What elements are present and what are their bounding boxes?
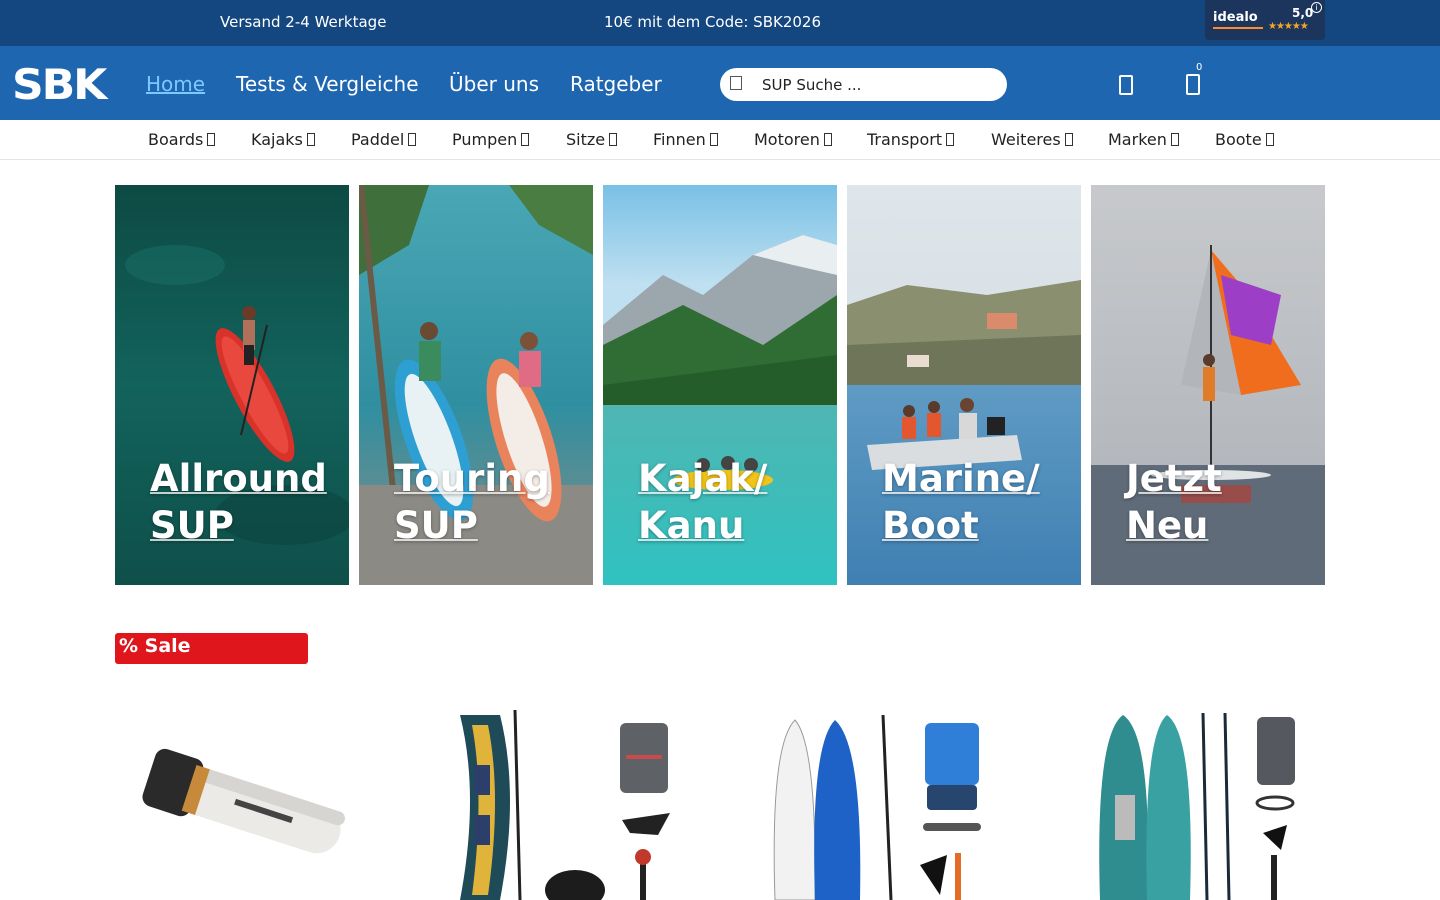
main-header: SBK Home Tests & Vergleiche Über uns Rat… [0,46,1440,120]
search-icon[interactable] [730,76,742,90]
category-label: Motoren [754,130,820,149]
chevron-down-icon [823,133,832,146]
search-input[interactable] [762,72,992,97]
tile-label: Marine/Boot [882,457,1040,547]
category-sitze[interactable]: Sitze [566,130,618,149]
product-image-sup-teal [1099,712,1295,900]
chevron-down-icon [946,133,955,146]
idealo-rating-badge[interactable]: idealo 5,0 ★★★★★ i [1205,0,1325,40]
category-label: Paddel [351,130,405,149]
product-card[interactable] [755,705,1015,900]
category-boards[interactable]: Boards [148,130,216,149]
cart-icon[interactable] [1186,74,1200,95]
category-menu: Boards Kajaks Paddel Pumpen Sitze Finnen… [0,120,1440,160]
category-label: Kajaks [251,130,303,149]
product-image-kayak-set [460,709,670,900]
category-label: Finnen [653,130,706,149]
category-label: Boards [148,130,204,149]
category-finnen[interactable]: Finnen [653,130,718,149]
category-boote[interactable]: Boote [1215,130,1274,149]
category-transport[interactable]: Transport [867,130,955,149]
tile-jetzt-neu[interactable]: Jetzt Neu [1091,185,1325,585]
tile-label: Touring SUP [394,457,550,547]
category-marken[interactable]: Marken [1108,130,1179,149]
category-label: Sitze [566,130,606,149]
product-image-scooter [142,748,345,854]
search-bar [720,68,1007,101]
shipping-info: Versand 2-4 Werktage [220,13,387,31]
tile-allround-sup[interactable]: Allround SUP [115,185,349,585]
nav-ueber-uns[interactable]: Über uns [449,72,539,96]
category-kajaks[interactable]: Kajaks [251,130,315,149]
nav-home[interactable]: Home [146,72,205,96]
category-weiteres[interactable]: Weiteres [991,130,1073,149]
cart-count-badge: 0 [1196,62,1203,73]
category-label: Transport [867,130,943,149]
product-card[interactable] [125,705,385,900]
top-announcement-bar: Versand 2-4 Werktage 10€ mit dem Code: S… [0,0,1440,46]
tile-touring-sup[interactable]: Touring SUP [359,185,593,585]
product-card[interactable] [440,705,700,900]
category-label: Boote [1215,130,1262,149]
chevron-down-icon [1170,133,1179,146]
idealo-stars: ★★★★★ [1268,21,1309,32]
tile-label: Jetzt Neu [1126,457,1222,547]
chevron-down-icon [521,133,530,146]
category-paddel[interactable]: Paddel [351,130,417,149]
nav-ratgeber[interactable]: Ratgeber [570,72,662,96]
tile-kajak-kanu[interactable]: Kajak/Kanu [603,185,837,585]
sale-heading[interactable]: % Sale [115,633,308,664]
tile-marine-boot[interactable]: Marine/Boot [847,185,1081,585]
category-pumpen[interactable]: Pumpen [452,130,530,149]
promo-code-info: 10€ mit dem Code: SBK2026 [604,13,822,31]
category-label: Marken [1108,130,1167,149]
chevron-down-icon [207,133,216,146]
chevron-down-icon [1064,133,1073,146]
tile-label: Kajak/Kanu [638,457,768,547]
chevron-down-icon [709,133,718,146]
idealo-logo-underline [1213,27,1263,29]
product-image-sup-set [773,714,981,900]
account-icon[interactable] [1119,75,1133,95]
chevron-down-icon [1265,133,1274,146]
site-logo[interactable]: SBK [12,60,107,109]
chevron-down-icon [609,133,618,146]
category-label: Pumpen [452,130,518,149]
product-card[interactable] [1075,705,1335,900]
nav-tests-vergleiche[interactable]: Tests & Vergleiche [236,72,419,96]
info-icon[interactable]: i [1311,2,1322,13]
category-motoren[interactable]: Motoren [754,130,832,149]
category-label: Weiteres [991,130,1061,149]
chevron-down-icon [306,133,315,146]
idealo-logo: idealo [1213,10,1258,25]
tile-label: Allround SUP [150,457,327,547]
chevron-down-icon [408,133,417,146]
